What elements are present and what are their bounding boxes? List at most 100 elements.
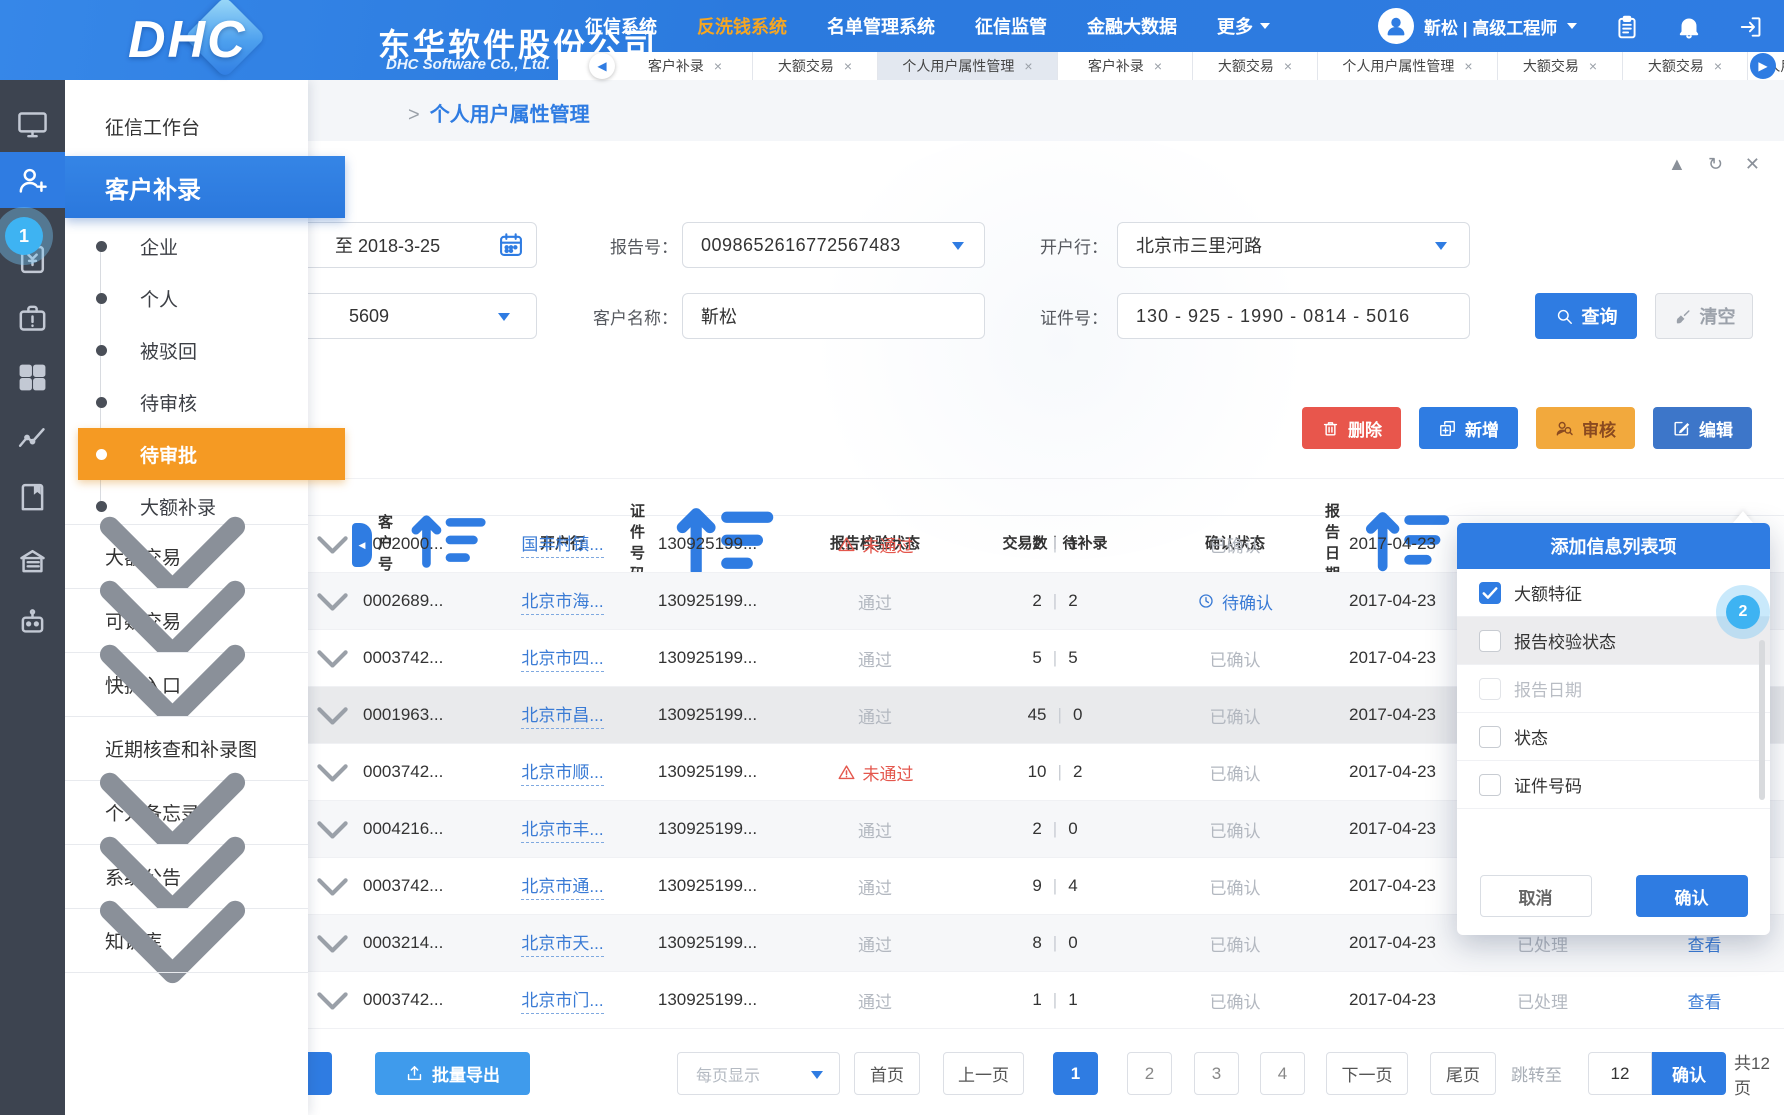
tab-大额交易[interactable]: 大额交易×	[1623, 52, 1748, 80]
person-add-icon[interactable]	[16, 164, 49, 197]
robot-icon[interactable]	[16, 606, 49, 639]
新增-button[interactable]: 新增	[1419, 407, 1518, 449]
last-page-button[interactable]: 尾页	[1430, 1052, 1496, 1095]
bank-select[interactable]: 北京市三里河路	[1117, 222, 1470, 268]
line-chart-icon[interactable]	[16, 421, 49, 454]
row-expand-chevron[interactable]	[310, 630, 355, 686]
page-button-4[interactable]: 4	[1260, 1052, 1305, 1095]
row-expand-chevron[interactable]	[310, 915, 355, 971]
view-link[interactable]: 查看	[1688, 988, 1722, 1013]
next-page-button[interactable]: 下一页	[1326, 1052, 1408, 1095]
bank-link[interactable]: 北京市丰...	[521, 815, 603, 843]
report-no-select[interactable]: 0098652616772567483	[682, 222, 985, 268]
tab-close-icon[interactable]: ×	[1464, 58, 1472, 74]
page-button-1[interactable]: 1	[1053, 1052, 1098, 1095]
tab-个人用户属性管理[interactable]: 个人用户属性管理×	[1318, 52, 1498, 80]
row-expand-chevron[interactable]	[310, 858, 355, 914]
nav-item-征信监管[interactable]: 征信监管	[975, 13, 1047, 39]
bank-link[interactable]: 北京市昌...	[521, 701, 603, 729]
tab-大额交易[interactable]: 大额交易×	[753, 52, 878, 80]
row-expand-chevron[interactable]	[310, 801, 355, 857]
column-option-报告校验状态[interactable]: 报告校验状态	[1457, 617, 1770, 665]
sidebar-item-customer-supplement[interactable]: 客户补录	[65, 156, 345, 218]
sidebar-item-被驳回[interactable]: 被驳回	[65, 324, 308, 376]
jump-input[interactable]: 12	[1588, 1052, 1652, 1095]
tab-close-icon[interactable]: ×	[1714, 58, 1722, 74]
bank-icon[interactable]	[16, 545, 49, 578]
cancel-button[interactable]: 取消	[1480, 875, 1592, 917]
column-option-大额特征[interactable]: 大额特征	[1457, 569, 1770, 617]
tab-close-icon[interactable]: ×	[714, 58, 722, 74]
panel-scrollbar[interactable]	[1759, 640, 1765, 800]
briefcase-alert-icon[interactable]	[16, 302, 49, 335]
tab-大额交易[interactable]: 大额交易×	[1193, 52, 1318, 80]
row-expand-chevron[interactable]	[310, 573, 355, 629]
sidebar-item-大额补录[interactable]: 大额补录	[65, 480, 308, 532]
审核-button[interactable]: 审核	[1536, 407, 1635, 449]
tab-close-icon[interactable]: ×	[844, 58, 852, 74]
date-to-field[interactable]: 至 2018-3-25	[270, 222, 537, 268]
tab-客户补录[interactable]: 客户补录×	[618, 52, 753, 80]
sidebar-item-个人[interactable]: 个人	[65, 272, 308, 324]
bell-icon[interactable]	[1676, 14, 1702, 40]
sidebar-item-待审批[interactable]: 待审批	[78, 428, 345, 480]
tabs-scroll-left-button[interactable]: ◀	[589, 53, 615, 79]
calendar-icon[interactable]	[497, 231, 525, 259]
search-button[interactable]: 查询	[1535, 293, 1637, 339]
tab-客户补录[interactable]: 客户补录×	[1058, 52, 1193, 80]
row-expand-chevron[interactable]	[310, 744, 355, 800]
batch-export-button[interactable]: 批量导出	[375, 1052, 530, 1095]
bank-link[interactable]: 北京市通...	[521, 872, 603, 900]
sidebar-item-workbench[interactable]: 征信工作台	[65, 96, 308, 156]
tab-close-icon[interactable]: ×	[1024, 58, 1032, 74]
jump-confirm-button[interactable]: 确认	[1652, 1052, 1726, 1095]
prev-page-button[interactable]: 上一页	[943, 1052, 1024, 1095]
page-size-select[interactable]: 每页显示	[677, 1052, 840, 1095]
checkbox-icon[interactable]	[1479, 726, 1501, 748]
column-option-证件号码[interactable]: 证件号码	[1457, 761, 1770, 809]
sidebar-section-知识库[interactable]: 知识库	[65, 908, 308, 972]
page-button-3[interactable]: 3	[1194, 1052, 1239, 1095]
column-option-状态[interactable]: 状态	[1457, 713, 1770, 761]
collapse-handle[interactable]: ◀	[352, 523, 372, 567]
nav-item-更多[interactable]: 更多	[1217, 13, 1270, 39]
编辑-button[interactable]: 编辑	[1653, 407, 1752, 449]
bank-link[interactable]: 北京市四...	[521, 644, 603, 672]
grid-icon[interactable]	[16, 361, 49, 394]
confirm-button[interactable]: 确认	[1636, 875, 1748, 917]
bank-link[interactable]: 北京市门...	[521, 986, 603, 1014]
nav-item-反洗钱系统[interactable]: 反洗钱系统	[697, 13, 787, 39]
nav-item-名单管理系统[interactable]: 名单管理系统	[827, 13, 935, 39]
tab-close-icon[interactable]: ×	[1284, 58, 1292, 74]
monitor-icon[interactable]	[16, 108, 49, 141]
bank-link[interactable]: 北京市天...	[521, 929, 603, 957]
checkbox-icon[interactable]	[1479, 630, 1501, 652]
tab-close-icon[interactable]: ×	[1589, 58, 1597, 74]
close-icon[interactable]: ✕	[1745, 153, 1760, 175]
nav-item-征信系统[interactable]: 征信系统	[585, 13, 657, 39]
checkbox-icon[interactable]	[1479, 774, 1501, 796]
id-number-input[interactable]: 130 - 925 - 1990 - 0814 - 5016	[1117, 293, 1470, 339]
checkbox-icon[interactable]	[1479, 678, 1501, 700]
sidebar-item-待审核[interactable]: 待审核	[65, 376, 308, 428]
page-button-2[interactable]: 2	[1127, 1052, 1172, 1095]
sidebar-item-企业[interactable]: 企业	[65, 220, 308, 272]
account-select[interactable]: 5609	[270, 293, 537, 339]
bank-link[interactable]: 国丰村镇...	[521, 530, 603, 558]
clear-button[interactable]: 清空	[1655, 293, 1753, 339]
collapse-icon[interactable]: ▲	[1668, 153, 1686, 175]
tabs-scroll-right-button[interactable]: ▶	[1750, 53, 1776, 79]
删除-button[interactable]: 删除	[1302, 407, 1401, 449]
clipboard-icon[interactable]	[1614, 14, 1640, 40]
bank-link[interactable]: 北京市海...	[521, 587, 603, 615]
bank-link[interactable]: 北京市顺...	[521, 758, 603, 786]
book-icon[interactable]	[16, 481, 49, 514]
first-page-button[interactable]: 首页	[854, 1052, 920, 1095]
row-expand-chevron[interactable]	[310, 687, 355, 743]
tab-close-icon[interactable]: ×	[1154, 58, 1162, 74]
checkbox-checked-icon[interactable]	[1479, 582, 1501, 604]
tab-大额交易[interactable]: 大额交易×	[1498, 52, 1623, 80]
tab-个人用户属性管理[interactable]: 个人用户属性管理×	[878, 52, 1058, 80]
refresh-icon[interactable]: ↻	[1708, 153, 1723, 175]
nav-item-金融大数据[interactable]: 金融大数据	[1087, 13, 1177, 39]
